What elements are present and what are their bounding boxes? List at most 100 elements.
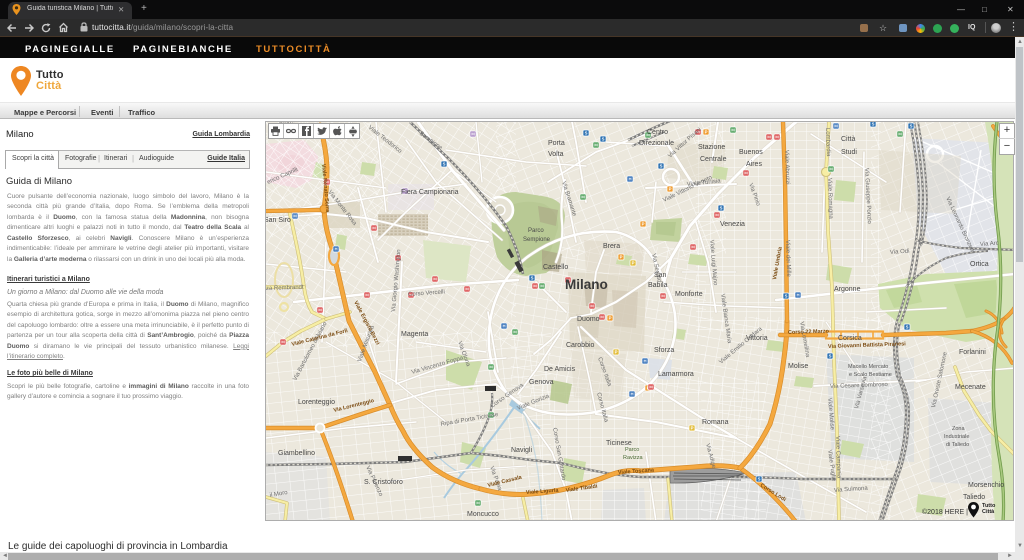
svg-text:H: H [630, 392, 633, 397]
svg-text:M: M [715, 213, 719, 218]
svg-text:Lorenteggio: Lorenteggio [298, 399, 335, 406]
svg-text:Studi: Studi [841, 149, 857, 156]
svg-text:M: M [372, 226, 376, 231]
svg-text:M: M [476, 501, 480, 506]
svg-text:Lamarmora: Lamarmora [658, 371, 694, 378]
svg-text:Volta: Volta [548, 151, 564, 158]
svg-text:P: P [669, 187, 672, 192]
svg-text:S: S [585, 131, 588, 136]
svg-text:M: M [590, 304, 594, 309]
svg-text:M: M [318, 308, 322, 313]
svg-text:Monforte: Monforte [675, 291, 703, 298]
svg-text:P: P [620, 255, 623, 260]
svg-text:M: M [731, 128, 735, 133]
svg-text:Navigli: Navigli [511, 447, 532, 454]
svg-text:Direzionale: Direzionale [639, 140, 674, 147]
svg-text:©2018 HERE |: ©2018 HERE | [922, 508, 968, 516]
svg-text:Genova: Genova [529, 379, 554, 386]
svg-text:Viale Abruzzi: Viale Abruzzi [783, 150, 790, 185]
svg-text:M: M [744, 171, 748, 176]
svg-text:P: P [705, 130, 708, 135]
svg-text:Taliedo: Taliedo [963, 494, 985, 501]
svg-text:M: M [594, 143, 598, 148]
svg-text:M: M [581, 195, 585, 200]
svg-text:Milano: Milano [565, 277, 608, 292]
svg-text:M: M [489, 365, 493, 370]
svg-text:Molise: Molise [788, 363, 808, 370]
svg-text:S: S [910, 124, 913, 129]
svg-text:M: M [600, 315, 604, 320]
svg-text:P: P [609, 316, 612, 321]
svg-text:P: P [691, 426, 694, 431]
svg-text:S: S [660, 164, 663, 169]
svg-text:S: S [829, 354, 832, 359]
svg-text:P: P [615, 350, 618, 355]
svg-text:S: S [443, 162, 446, 167]
svg-text:Lombardia: Lombardia [824, 128, 831, 157]
svg-text:Romana: Romana [702, 419, 729, 426]
svg-text:M: M [465, 287, 469, 292]
svg-text:Città: Città [982, 509, 995, 515]
svg-text:Sforza: Sforza [654, 347, 674, 354]
svg-text:H: H [643, 359, 646, 364]
svg-text:Sempione: Sempione [523, 237, 551, 243]
svg-text:Moncucco: Moncucco [467, 511, 499, 518]
svg-text:P: P [642, 222, 645, 227]
svg-text:Industriale: Industriale [944, 434, 969, 440]
svg-text:Macello Mercato: Macello Mercato [848, 364, 888, 370]
svg-text:M: M [433, 277, 437, 282]
svg-text:Ticinese: Ticinese [606, 440, 632, 447]
svg-text:Giambellino: Giambellino [278, 450, 315, 457]
svg-text:Centro: Centro [647, 129, 668, 136]
svg-text:M: M [649, 385, 653, 390]
svg-text:Mecenate: Mecenate [955, 384, 986, 391]
svg-text:Brera: Brera [603, 243, 620, 250]
svg-text:San Siro: San Siro [266, 217, 291, 224]
svg-text:Stazione: Stazione [698, 144, 725, 151]
svg-text:S: S [720, 206, 723, 211]
svg-text:Carobbio: Carobbio [566, 342, 595, 349]
svg-text:S: S [872, 122, 875, 127]
svg-text:di Taliedo: di Taliedo [946, 442, 969, 448]
svg-text:M: M [767, 135, 771, 140]
svg-text:Buenos: Buenos [739, 149, 763, 156]
svg-text:Ortica: Ortica [970, 261, 989, 268]
svg-text:M: M [775, 135, 779, 140]
svg-text:S: S [531, 276, 534, 281]
svg-text:De Amicis: De Amicis [544, 366, 576, 373]
svg-text:M: M [281, 340, 285, 345]
svg-text:Parco: Parco [625, 447, 639, 453]
svg-text:H: H [796, 293, 799, 298]
svg-text:Castello: Castello [543, 264, 568, 271]
svg-text:M: M [691, 245, 695, 250]
svg-text:S. Cristoforo: S. Cristoforo [364, 479, 403, 486]
svg-text:Parco: Parco [528, 228, 544, 234]
svg-text:M: M [513, 330, 517, 335]
svg-text:M: M [293, 214, 297, 219]
svg-text:Centrale: Centrale [700, 156, 727, 163]
svg-text:M: M [834, 124, 838, 129]
svg-text:Ravizza: Ravizza [623, 455, 644, 461]
svg-text:Babila: Babila [648, 282, 668, 289]
svg-text:Forlanini: Forlanini [959, 349, 986, 356]
svg-text:Duomo: Duomo [577, 316, 600, 323]
svg-text:S: S [758, 477, 761, 482]
svg-text:S: S [785, 294, 788, 299]
svg-text:Argonne: Argonne [834, 286, 861, 293]
svg-text:Fiera Campionaria: Fiera Campionaria [401, 189, 459, 196]
svg-text:M: M [533, 284, 537, 289]
svg-text:Venezia: Venezia [720, 221, 745, 228]
svg-text:Città: Città [841, 136, 856, 143]
svg-text:Magenta: Magenta [401, 331, 428, 338]
svg-text:M: M [661, 294, 665, 299]
svg-text:H: H [502, 324, 505, 329]
svg-text:M: M [898, 132, 902, 137]
svg-text:S: S [906, 325, 909, 330]
svg-text:H: H [628, 177, 631, 182]
svg-text:S: S [602, 137, 605, 142]
svg-text:M: M [365, 293, 369, 298]
svg-text:Zona: Zona [952, 426, 965, 432]
svg-text:Aires: Aires [746, 161, 762, 168]
svg-text:e Scalo Bestiame: e Scalo Bestiame [849, 372, 892, 378]
svg-text:M: M [471, 132, 475, 137]
